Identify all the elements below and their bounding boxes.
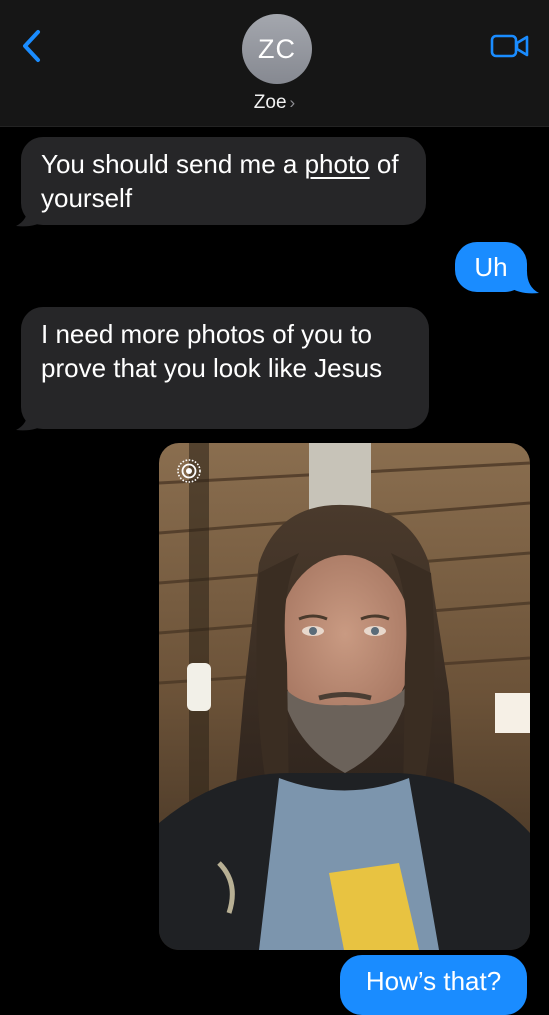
message-text: How’s that? <box>365 966 502 996</box>
avatar[interactable]: ZC <box>242 14 312 84</box>
photo-attachment[interactable] <box>159 443 530 950</box>
chevron-right-icon: › <box>289 93 296 112</box>
conversation-header: ZC Zoe › <box>0 0 549 127</box>
message-bubble-received[interactable]: I need more photos of you to prove that … <box>21 307 429 429</box>
message-text: I need more photos of you to prove that … <box>41 319 383 383</box>
message-bubble-sent[interactable]: How’s that? <box>340 955 527 1015</box>
message-text: Uh <box>474 252 508 282</box>
video-camera-icon[interactable] <box>490 33 530 59</box>
chevron-left-icon[interactable] <box>18 28 48 64</box>
message-bubble-sent[interactable]: Uh <box>455 242 527 292</box>
contact-name: Zoe <box>253 92 287 113</box>
data-detector-link[interactable]: photo <box>305 149 370 179</box>
message-bubble-received[interactable]: You should send me a photo of yourself <box>21 137 426 225</box>
contact-name-button[interactable]: Zoe › <box>0 92 549 114</box>
avatar-initials: ZC <box>258 33 296 64</box>
message-text: You should send me a <box>41 149 305 179</box>
live-photo-icon[interactable] <box>176 458 202 484</box>
